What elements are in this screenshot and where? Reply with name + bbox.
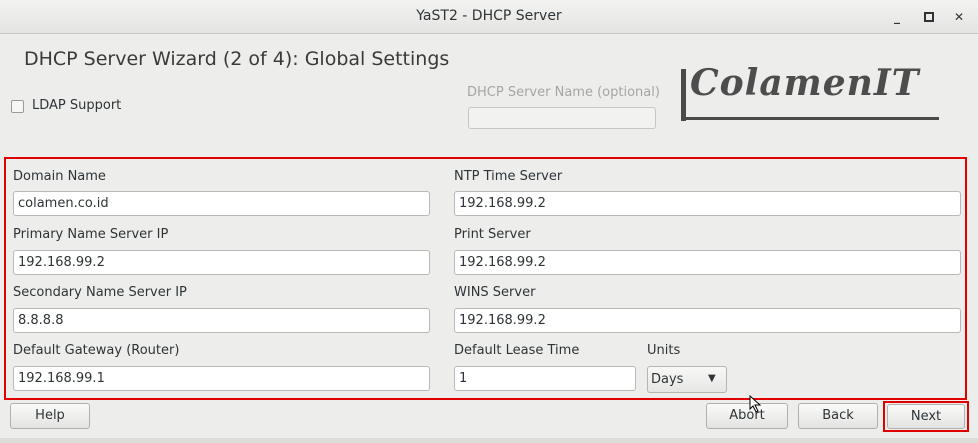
lease-time-input[interactable]: 1 — [454, 366, 636, 391]
help-button[interactable]: Help — [10, 403, 90, 429]
lease-time-label: Default Lease Time — [454, 343, 580, 358]
units-label: Units — [647, 343, 681, 358]
gateway-label: Default Gateway (Router) — [13, 343, 180, 358]
logo-underline — [681, 117, 939, 120]
bottom-strip — [0, 438, 978, 443]
wins-server-label: WINS Server — [454, 285, 536, 300]
ldap-support-label[interactable]: LDAP Support — [32, 98, 121, 113]
minimize-icon[interactable]: _ — [888, 8, 906, 26]
ntp-server-label: NTP Time Server — [454, 169, 563, 184]
colamenit-logo: ColamenIT — [690, 62, 920, 104]
close-icon[interactable]: ✕ — [950, 8, 968, 26]
logo-bar — [681, 69, 686, 121]
units-select[interactable]: Days ▼ — [647, 366, 727, 393]
wins-server-input[interactable]: 192.168.99.2 — [454, 308, 961, 333]
back-button[interactable]: Back — [798, 403, 878, 429]
next-button[interactable]: Next — [887, 404, 965, 429]
page-title: DHCP Server Wizard (2 of 4): Global Sett… — [24, 48, 450, 70]
server-name-input[interactable] — [468, 107, 656, 129]
domain-name-label: Domain Name — [13, 169, 106, 184]
chevron-down-icon: ▼ — [708, 373, 716, 384]
server-name-label: DHCP Server Name (optional) — [467, 85, 660, 100]
abort-button[interactable]: Abort — [706, 403, 788, 429]
mouse-cursor-icon — [749, 395, 762, 413]
maximize-icon[interactable] — [920, 8, 938, 26]
units-value: Days — [651, 372, 684, 387]
secondary-ns-label: Secondary Name Server IP — [13, 285, 187, 300]
ntp-server-input[interactable]: 192.168.99.2 — [454, 191, 961, 216]
ldap-support-checkbox[interactable] — [11, 100, 24, 113]
print-server-label: Print Server — [454, 227, 531, 242]
domain-name-input[interactable]: colamen.co.id — [13, 191, 430, 216]
gateway-input[interactable]: 192.168.99.1 — [13, 366, 430, 391]
primary-ns-input[interactable]: 192.168.99.2 — [13, 250, 430, 275]
primary-ns-label: Primary Name Server IP — [13, 227, 169, 242]
print-server-input[interactable]: 192.168.99.2 — [454, 250, 961, 275]
window-title: YaST2 - DHCP Server — [416, 8, 562, 24]
secondary-ns-input[interactable]: 8.8.8.8 — [13, 308, 430, 333]
